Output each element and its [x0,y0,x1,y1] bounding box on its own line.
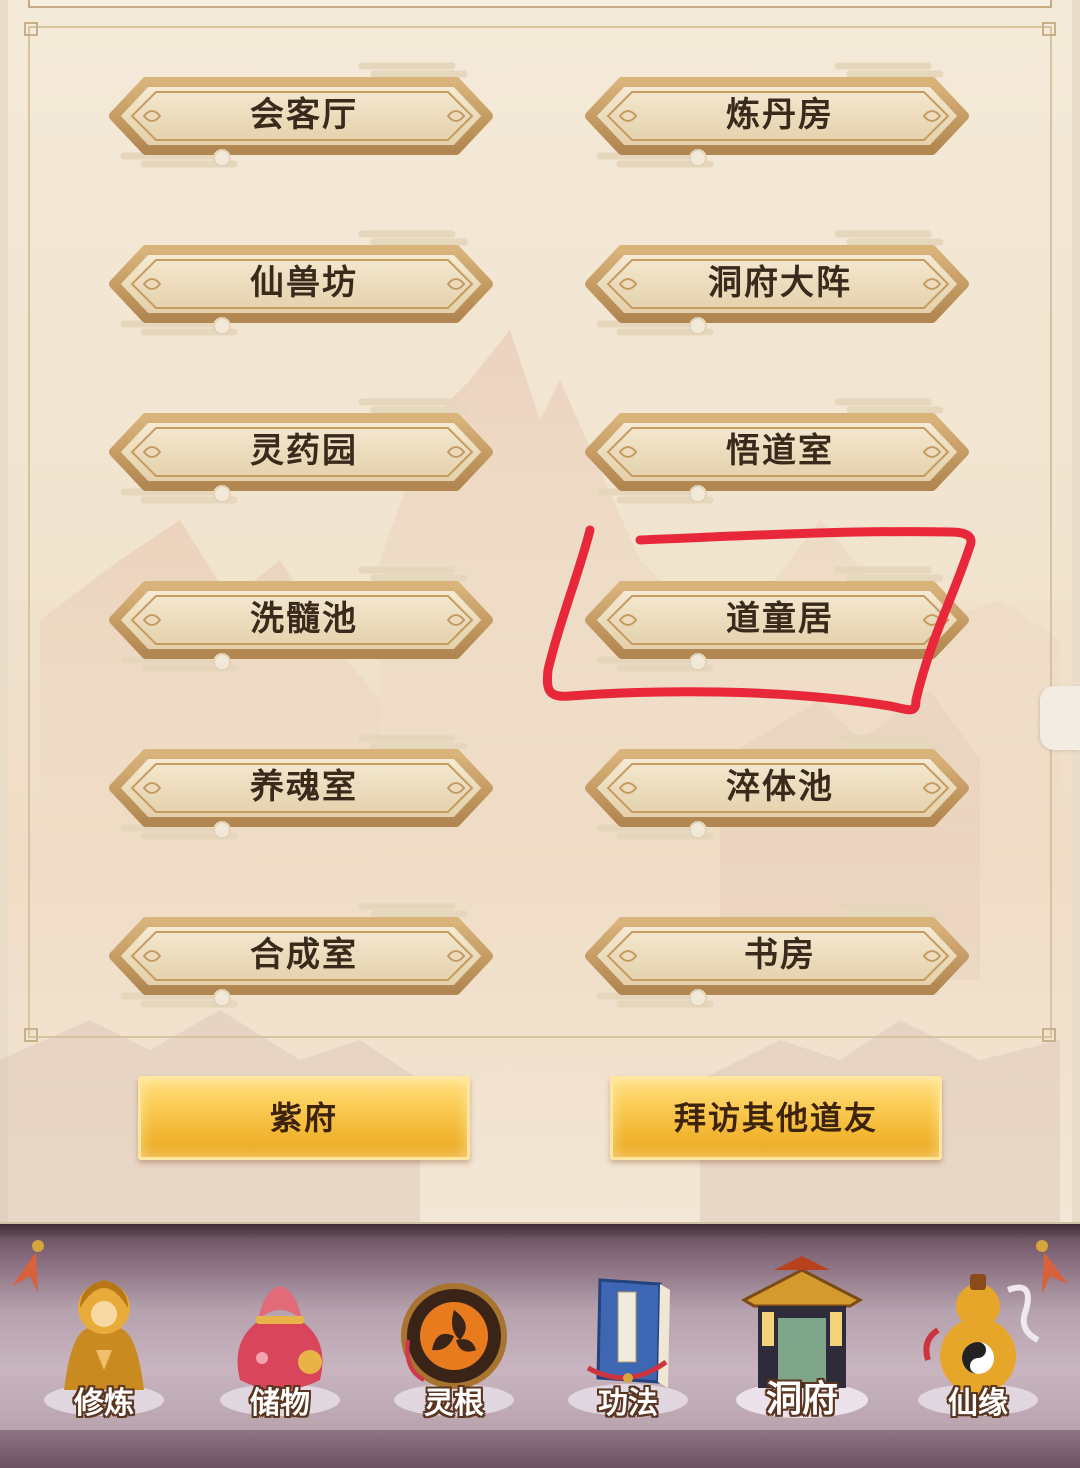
building-button-grand-formation[interactable]: 洞府大阵 [580,220,980,350]
nav-spirit-root[interactable]: 灵根 [374,1250,534,1450]
nav-fate[interactable]: 仙缘 [898,1250,1058,1450]
building-label: 养魂室 [250,767,358,807]
building-button-marrow-pool[interactable]: 洗髓池 [104,556,504,686]
building-label: 书房 [744,935,816,975]
cave-mansion-screen: 会客厅 炼丹房 仙兽坊 洞府大阵 灵药园 悟道室 洗髓池 道童居 养魂室 淬体池… [0,0,1080,1468]
building-label: 洞府大阵 [708,263,852,303]
nav-label: 储物 [250,1386,310,1421]
nav-techniques[interactable]: 功法 [548,1250,708,1450]
nav-label: 洞府 [765,1379,838,1420]
side-pull-tab[interactable] [1040,686,1080,750]
nav-label: 仙缘 [948,1386,1008,1421]
building-label: 合成室 [250,935,358,975]
building-label: 灵药园 [250,431,358,471]
building-label: 淬体池 [726,767,834,807]
top-panel-edge [28,0,1052,8]
building-button-study[interactable]: 书房 [580,892,980,1022]
nav-cultivate[interactable]: 修炼 [24,1250,184,1450]
building-label: 炼丹房 [726,95,834,135]
building-button-enlightenment-room[interactable]: 悟道室 [580,388,980,518]
nav-bar-rim [0,1222,1080,1238]
building-button-soul-room[interactable]: 养魂室 [104,724,504,854]
building-button-beast-workshop[interactable]: 仙兽坊 [104,220,504,350]
cave-mansion-icon [736,1256,868,1418]
frame-corner [1042,22,1056,36]
nav-label: 修炼 [74,1386,134,1421]
building-label: 洗髓池 [250,599,358,639]
frame-corner [24,22,38,36]
building-label: 会客厅 [250,95,358,135]
building-label: 悟道室 [726,431,834,471]
building-button-synthesis-room[interactable]: 合成室 [104,892,504,1022]
building-button-tempering-pool[interactable]: 淬体池 [580,724,980,854]
purple-mansion-button[interactable]: 紫府 [138,1076,470,1160]
building-button-herb-garden[interactable]: 灵药园 [104,388,504,518]
building-button-disciple-residence[interactable]: 道童居 [580,556,980,686]
nav-label: 灵根 [424,1386,484,1421]
nav-storage[interactable]: 储物 [200,1250,360,1450]
building-button-reception-hall[interactable]: 会客厅 [104,52,504,182]
visit-friends-button[interactable]: 拜访其他道友 [610,1076,942,1160]
frame-corner [24,1028,38,1042]
building-button-alchemy-room[interactable]: 炼丹房 [580,52,980,182]
building-label: 仙兽坊 [250,263,358,303]
building-label: 道童居 [726,599,834,639]
frame-corner [1042,1028,1056,1042]
nav-cave-mansion[interactable]: 洞府 [722,1250,882,1450]
nav-label: 功法 [598,1386,658,1421]
